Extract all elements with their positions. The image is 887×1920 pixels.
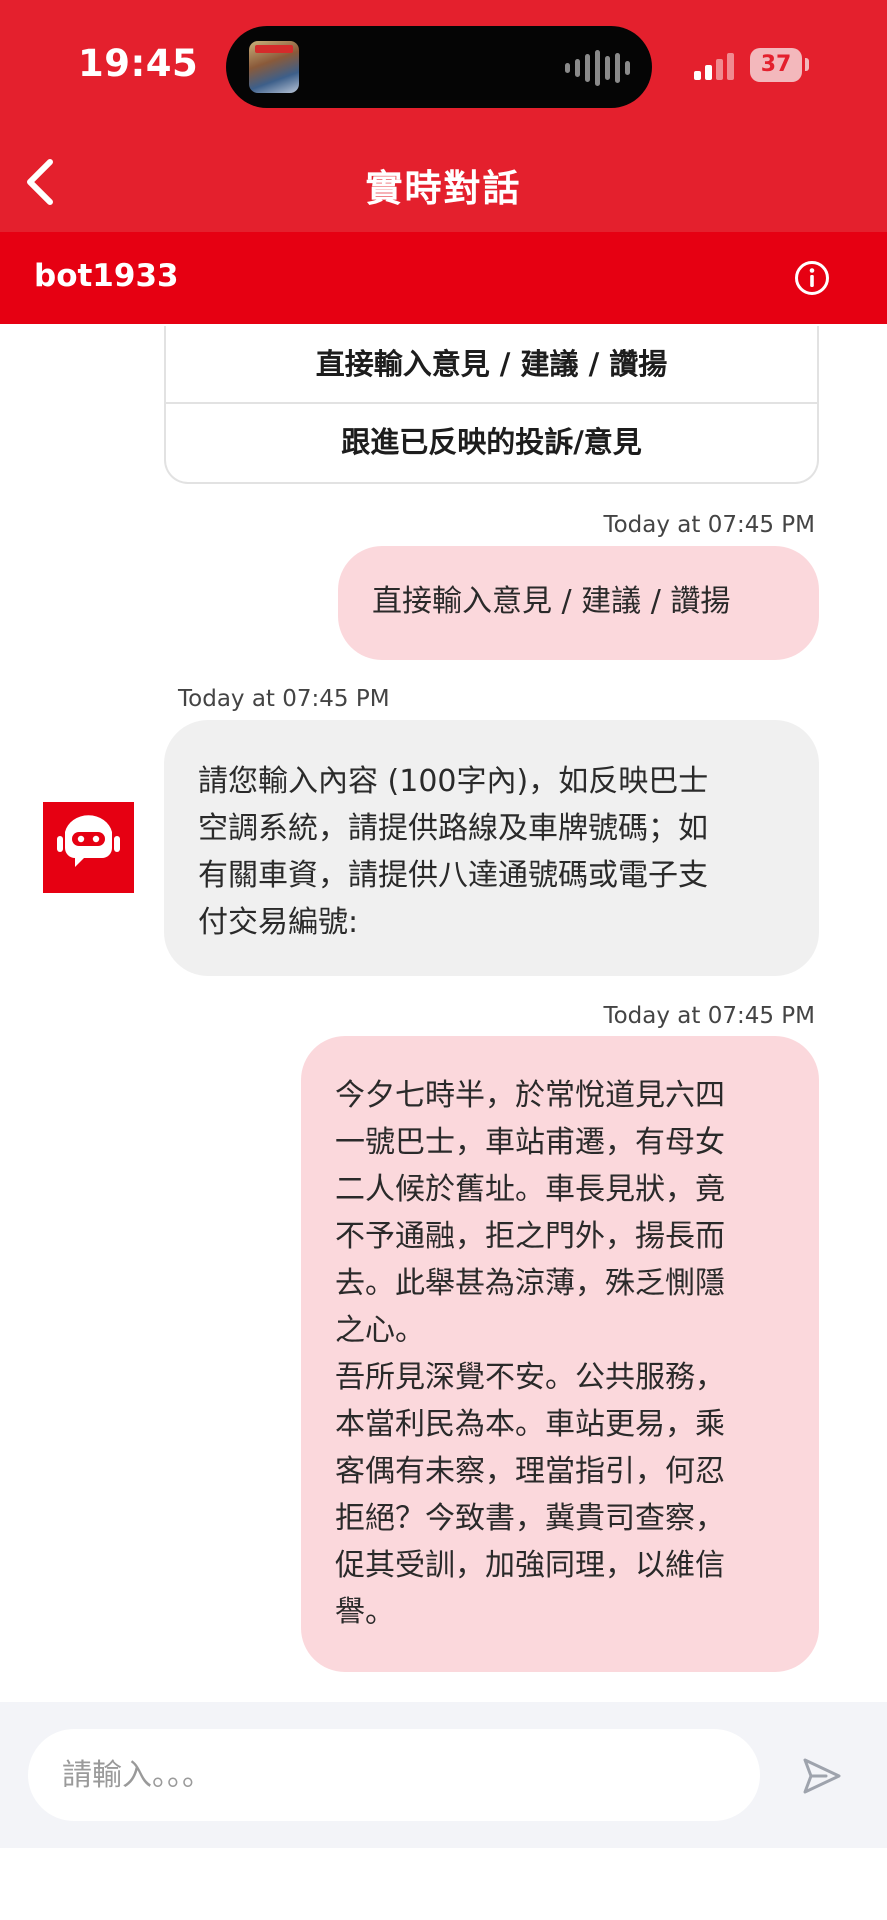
user-message: 今夕七時半，於常悅道見六四 一號巴士，車站甫遷，有母女 二人候於舊址。車長見狀，… [301,1036,819,1672]
message-line: 不予通融，拒之門外，揚長而 [335,1219,725,1254]
message-input[interactable] [28,1729,760,1821]
option-direct-feedback[interactable]: 直接輸入意見 / 建議 / 讚揚 [166,326,817,404]
robot-chat-icon [57,815,120,867]
message-line: 促其受訓，加強同理，以維信 [335,1548,725,1583]
user-message: 直接輸入意見 / 建議 / 讚揚 [338,546,819,660]
message-line: 付交易編號: [198,905,359,940]
battery-tip [805,58,809,71]
message-line: 去。此舉甚為涼薄，殊乏惻隱 [335,1266,725,1301]
message-timestamp: Today at 07:45 PM [603,1003,815,1029]
now-playing-artwork [249,41,299,93]
quick-reply-options: 直接輸入意見 / 建議 / 讚揚 跟進已反映的投訴/意見 [164,326,819,484]
dynamic-island[interactable] [226,26,652,108]
message-line: 二人候於舊址。車長見狀，竟 [335,1172,725,1207]
message-line: 有關車資，請提供八達通號碼或電子支 [198,858,708,893]
cellular-signal-icon [694,52,734,80]
message-line: 譽。 [335,1595,395,1630]
bot-info-bar: bot1933 [0,232,887,324]
message-line: 本當利民為本。車站更易，乘 [335,1407,725,1442]
option-follow-up-complaint[interactable]: 跟進已反映的投訴/意見 [166,404,817,480]
app-header: 19:45 37 實時對話 [0,0,887,232]
battery-indicator: 37 [750,48,802,82]
message-line: 今夕七時半，於常悅道見六四 [335,1078,725,1113]
message-line: 吾所見深覺不安。公共服務， [335,1360,725,1395]
message-line: 之心。 [335,1313,425,1348]
info-icon[interactable] [794,260,830,296]
bot-avatar [43,802,134,893]
bot-name: bot1933 [34,258,179,294]
message-timestamp: Today at 07:45 PM [603,512,815,538]
page-title: 實時對話 [365,167,522,210]
bot-message: 請您輸入內容 (100字內)，如反映巴士 空調系統，請提供路線及車牌號碼；如 有… [164,720,819,976]
message-line: 空調系統，請提供路線及車牌號碼；如 [198,811,708,846]
message-timestamp: Today at 07:45 PM [178,686,390,712]
audio-waveform-icon [565,50,630,86]
message-line: 客偶有未察，理當指引，何忍 [335,1454,725,1489]
message-line: 一號巴士，車站甫遷，有母女 [335,1125,725,1160]
home-indicator-area [0,1848,887,1920]
status-time: 19:45 [78,42,199,85]
message-line: 拒絕？今致書，冀貴司查察， [335,1501,725,1536]
message-line: 直接輸入意見 / 建議 / 讚揚 [372,584,731,619]
send-icon[interactable] [800,1754,844,1798]
message-line: 請您輸入內容 (100字內)，如反映巴士 [198,764,709,799]
